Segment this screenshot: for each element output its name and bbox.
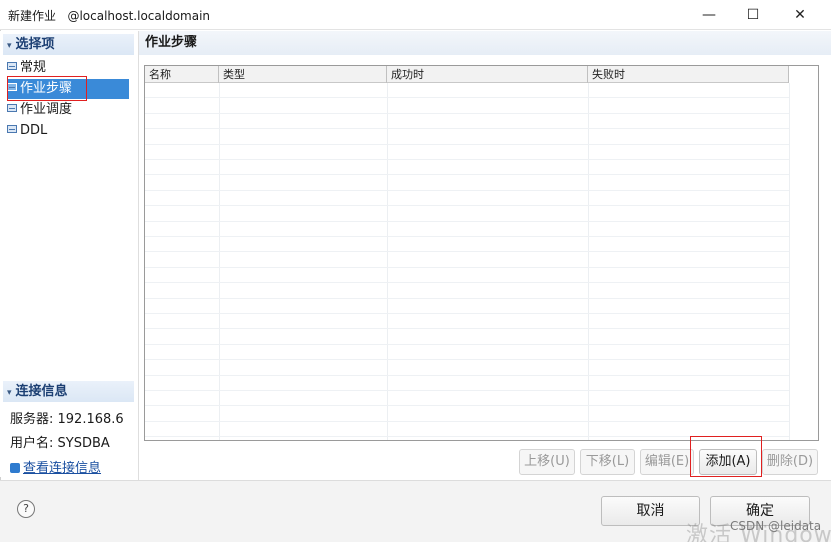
table-row bbox=[145, 345, 789, 361]
page-title: 作业步骤 bbox=[139, 31, 831, 55]
nav-item-job-schedule[interactable]: 作业调度 bbox=[7, 100, 129, 120]
highlight-box bbox=[690, 436, 762, 477]
move-down-button[interactable]: 下移(L) bbox=[580, 449, 635, 475]
table-row bbox=[145, 145, 789, 160]
options-header-label: 选择项 bbox=[15, 37, 55, 52]
table-row bbox=[145, 314, 789, 330]
close-button[interactable]: ✕ bbox=[777, 0, 823, 30]
table-row bbox=[145, 252, 789, 268]
table-body bbox=[145, 83, 789, 440]
column-header-on-success[interactable]: 成功时 bbox=[387, 66, 588, 83]
highlight-box bbox=[7, 76, 87, 101]
connection-section-header[interactable]: ▾ 连接信息 bbox=[3, 381, 134, 402]
view-connection-link[interactable]: 查看连接信息 bbox=[10, 457, 101, 476]
table-row bbox=[145, 268, 789, 284]
table-row bbox=[145, 160, 789, 176]
table-row bbox=[145, 329, 789, 345]
page-icon bbox=[7, 62, 17, 70]
window-title: 新建作业 @localhost.localdomain bbox=[8, 9, 211, 23]
table-row bbox=[145, 376, 789, 391]
maximize-button[interactable]: ☐ bbox=[730, 0, 776, 30]
table-row bbox=[145, 98, 789, 114]
table-header: 名称 类型 成功时 失败时 bbox=[145, 66, 789, 83]
table-row bbox=[145, 129, 789, 145]
column-header-name[interactable]: 名称 bbox=[145, 66, 219, 83]
table-row bbox=[145, 360, 789, 376]
nav-item-label: 作业调度 bbox=[20, 102, 73, 117]
conn-header-label: 连接信息 bbox=[15, 384, 68, 399]
table-row bbox=[145, 237, 789, 253]
panel-divider[interactable] bbox=[138, 31, 139, 480]
table-row bbox=[145, 191, 789, 207]
table-row bbox=[145, 114, 789, 130]
table-row bbox=[145, 206, 789, 222]
column-header-type[interactable]: 类型 bbox=[219, 66, 387, 83]
table-row bbox=[145, 283, 789, 299]
view-connection-label: 查看连接信息 bbox=[23, 461, 102, 476]
title-bar: 新建作业 @localhost.localdomain — ☐ ✕ bbox=[0, 0, 831, 30]
page-icon bbox=[7, 125, 17, 133]
left-panel: ▾ 选择项 常规 作业步骤 作业调度 DDL ▾ 连接信息 服务器: 192.168… bbox=[0, 31, 138, 477]
minimize-button[interactable]: — bbox=[686, 0, 732, 30]
nav-item-label: 常规 bbox=[20, 60, 47, 75]
table-row bbox=[145, 299, 789, 314]
collapse-triangle-icon: ▾ bbox=[7, 388, 12, 398]
connection-icon bbox=[10, 463, 20, 473]
delete-button[interactable]: 删除(D) bbox=[762, 449, 818, 475]
help-icon[interactable]: ? bbox=[17, 500, 35, 518]
server-info: 服务器: 192.168.6 bbox=[10, 412, 124, 427]
collapse-triangle-icon: ▾ bbox=[7, 41, 12, 51]
move-up-button[interactable]: 上移(U) bbox=[519, 449, 575, 475]
edit-button[interactable]: 编辑(E) bbox=[640, 449, 694, 475]
table-row bbox=[145, 406, 789, 422]
table-row bbox=[145, 175, 789, 191]
user-info: 用户名: SYSDBA bbox=[10, 436, 110, 451]
column-divider bbox=[789, 83, 790, 440]
table-row bbox=[145, 83, 789, 99]
page-icon bbox=[7, 104, 17, 112]
nav-item-ddl[interactable]: DDL bbox=[7, 121, 129, 141]
table-row bbox=[145, 391, 789, 407]
table-row bbox=[145, 422, 789, 438]
csdn-watermark: CSDN @leidata bbox=[730, 519, 822, 533]
column-header-on-failure[interactable]: 失败时 bbox=[588, 66, 789, 83]
options-section-header[interactable]: ▾ 选择项 bbox=[3, 34, 134, 55]
nav-item-label: DDL bbox=[20, 123, 48, 138]
table-row bbox=[145, 222, 789, 237]
job-steps-table[interactable]: 名称 类型 成功时 失败时 bbox=[144, 65, 819, 441]
nav-item-general[interactable]: 常规 bbox=[7, 58, 129, 78]
